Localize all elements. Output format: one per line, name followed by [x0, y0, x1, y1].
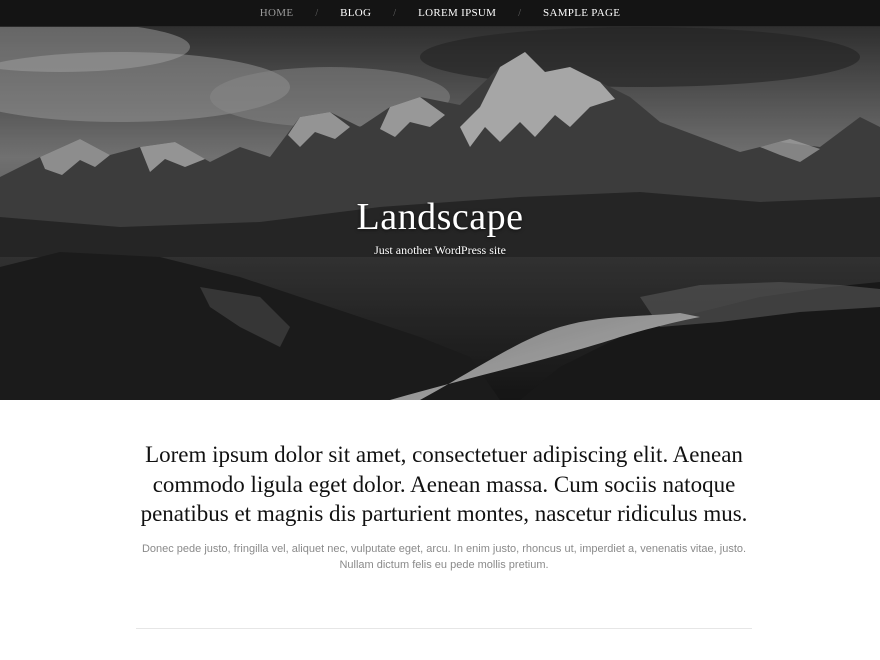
nav-separator-glyph: /: [518, 7, 522, 19]
nav-separator: /: [496, 8, 543, 19]
nav-item-home: HOME: [260, 7, 294, 19]
top-navigation: HOME / BLOG / LOREM IPSUM / SAMPLE PAGE: [0, 0, 880, 27]
site-tagline: Just another WordPress site: [374, 243, 506, 257]
nav-separator: /: [293, 8, 340, 19]
site-title[interactable]: Landscape: [0, 195, 880, 239]
nav-separator-glyph: /: [393, 7, 397, 19]
nav-menu: HOME / BLOG / LOREM IPSUM / SAMPLE PAGE: [260, 7, 620, 19]
nav-link-blog[interactable]: BLOG: [340, 7, 371, 19]
post-body-paragraph: Donec pede justo, fringilla vel, aliquet…: [141, 542, 747, 571]
nav-link-home[interactable]: HOME: [260, 7, 294, 19]
header-image: Landscape Just another WordPress site: [0, 27, 880, 400]
nav-item-blog: BLOG: [340, 7, 371, 19]
nav-separator-glyph: /: [315, 7, 319, 19]
content-divider: [136, 628, 752, 629]
nav-item-sample-page: SAMPLE PAGE: [543, 7, 620, 19]
nav-item-lorem-ipsum: LOREM IPSUM: [418, 7, 496, 19]
nav-link-lorem-ipsum[interactable]: LOREM IPSUM: [418, 7, 496, 19]
post-content: Lorem ipsum dolor sit amet, consectetuer…: [136, 440, 752, 573]
nav-separator: /: [371, 8, 418, 19]
post-lead-paragraph: Lorem ipsum dolor sit amet, consectetuer…: [140, 442, 748, 526]
nav-link-sample-page[interactable]: SAMPLE PAGE: [543, 7, 620, 19]
